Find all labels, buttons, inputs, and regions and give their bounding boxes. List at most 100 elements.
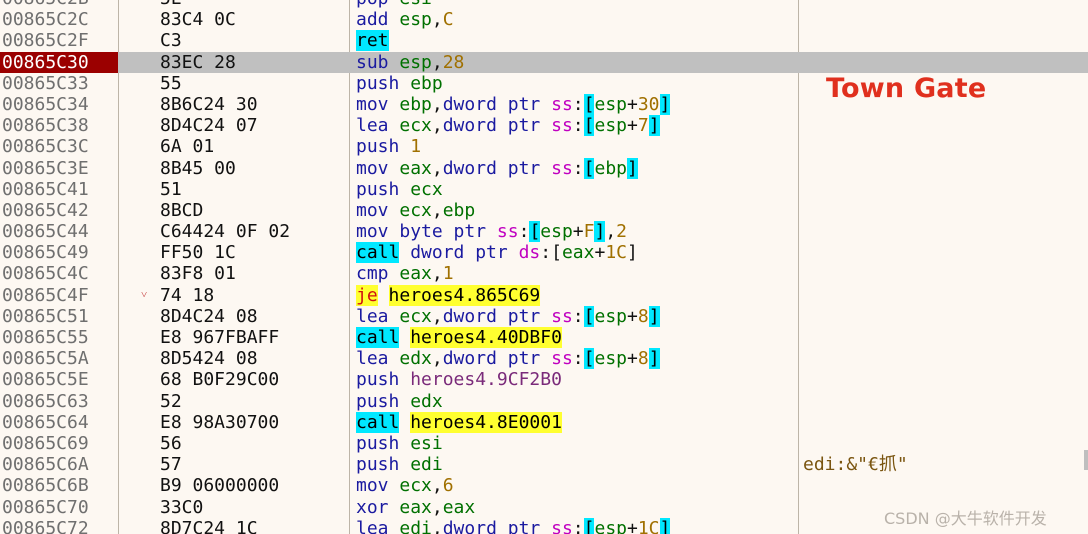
asm-token: , xyxy=(431,115,443,137)
address-cell: 00865C49 xyxy=(2,242,89,264)
bytes-cell: 8B6C24 30 xyxy=(160,93,258,115)
bytes-cell: 8BCD xyxy=(160,199,204,221)
instruction-row[interactable]: 00865C2B 5E pop esi xyxy=(0,0,1088,9)
asm-token xyxy=(399,412,410,433)
instruction-row[interactable]: 00865C51 8D4C24 08 lea ecx,dword ptr ss:[e… xyxy=(0,305,1088,327)
instruction-row[interactable]: 00865C5E 68 B0F29C00 push heroes4.9CF2B0 xyxy=(0,369,1088,390)
bytes-cell: C3 xyxy=(160,30,182,52)
asm-token: ] xyxy=(594,221,606,243)
asm-token: ebp xyxy=(399,93,432,115)
asm-token: 2 xyxy=(616,221,628,243)
asm-token: 7 xyxy=(637,115,649,137)
address-cell: 00865C51 xyxy=(2,305,89,327)
instruction-row[interactable]: 00865C5A 8D5424 08 lea edx,dword ptr ss:[e… xyxy=(0,348,1088,370)
bytes-cell: 6A 01 xyxy=(160,136,215,158)
instruction-row[interactable]: 00865C3C 6A 01 push 1 xyxy=(0,136,1088,157)
instruction-row[interactable]: 00865C41 51 push ecx xyxy=(0,179,1088,200)
asm-token xyxy=(389,475,400,496)
asm-token: cmp xyxy=(356,263,389,285)
bytes-cell: 8D7C24 1C xyxy=(160,517,258,534)
bytes-cell: B9 06000000 xyxy=(160,475,280,497)
bytes-cell: 8D4C24 08 xyxy=(160,305,258,327)
disassembly-view[interactable]: 00865C2B 5E pop esi 00865C2C 83C4 0C add esp,… xyxy=(0,0,1088,534)
asm-token: push xyxy=(356,454,400,476)
asm-token: dword ptr xyxy=(442,93,541,115)
instruction-row[interactable]: 00865C69 56 push esi xyxy=(0,433,1088,454)
asm-token: sub xyxy=(356,51,389,73)
asm-token xyxy=(389,94,400,115)
asm-token: , xyxy=(431,199,443,221)
address-cell: 00865C63 xyxy=(2,390,89,412)
address-cell: 00865C72 xyxy=(2,517,89,534)
instruction-row[interactable]: 00865C4C 83F8 01 cmp eax,1 xyxy=(0,263,1088,284)
asm-token: + xyxy=(594,242,606,264)
asm-token: , xyxy=(431,93,443,115)
asm-token: ] xyxy=(648,348,660,370)
instruction-row[interactable]: 00865C44 C64424 0F 02 mov byte ptr ss:[esp… xyxy=(0,221,1088,243)
instruction-row[interactable]: 00865C49 FF50 1C call dword ptr ds:[eax+1C… xyxy=(0,242,1088,264)
disassembly-cell: call heroes4.40DBF0 xyxy=(356,327,562,348)
scrollbar-thumb[interactable] xyxy=(1084,450,1088,470)
instruction-row[interactable]: 00865C63 52 push edx xyxy=(0,391,1088,412)
asm-token: [ xyxy=(583,157,595,179)
bytes-cell: 68 B0F29C00 xyxy=(160,369,280,391)
asm-token: esp xyxy=(594,348,627,370)
disassembly-cell: lea ecx,dword ptr ss:[esp+8] xyxy=(356,305,660,327)
bytes-cell: 8D5424 08 xyxy=(160,348,258,370)
asm-token: [ xyxy=(583,115,595,137)
asm-token: eax xyxy=(561,242,595,264)
asm-token: : xyxy=(518,221,530,243)
asm-token: dword ptr xyxy=(442,305,541,327)
instruction-row[interactable]: 00865C2C 83C4 0C add esp,C xyxy=(0,9,1088,30)
jump-arrow-icon: ˅ xyxy=(141,287,148,301)
instruction-row[interactable]: 00865C55 E8 967FBAFF call heroes4.40DBF0 xyxy=(0,327,1088,348)
asm-token: mov xyxy=(356,93,389,115)
instruction-row[interactable]: 00865C30 83EC 28 sub esp,28 xyxy=(0,51,1088,73)
instruction-row[interactable]: 00865C6A 57 push edi edi:&"€抓" xyxy=(0,454,1088,475)
bytes-cell: 51 xyxy=(160,178,182,200)
asm-token: esi xyxy=(399,0,432,9)
asm-token: + xyxy=(627,305,638,327)
disassembly-cell: push edi xyxy=(356,454,443,475)
asm-token: ss xyxy=(551,517,573,534)
asm-token: [ xyxy=(583,517,595,534)
asm-token: mov xyxy=(356,199,389,221)
instruction-row[interactable]: 00865C6B B9 06000000 mov ecx,6 xyxy=(0,475,1088,496)
asm-token: F xyxy=(583,221,595,243)
instruction-row[interactable]: 00865C42 8BCD mov ecx,ebp xyxy=(0,200,1088,221)
asm-token: ss xyxy=(551,93,573,115)
asm-token xyxy=(540,158,551,179)
asm-token xyxy=(389,9,400,30)
asm-token xyxy=(389,158,400,179)
asm-token xyxy=(399,327,410,348)
instruction-row[interactable]: 00865C3E 8B45 00 mov eax,dword ptr ss:[ebp… xyxy=(0,157,1088,179)
asm-token xyxy=(378,285,389,306)
asm-token: 1 xyxy=(442,263,454,285)
address-cell: 00865C34 xyxy=(2,93,89,115)
instruction-row[interactable]: 00865C38 8D4C24 07 lea ecx,dword ptr ss:[e… xyxy=(0,115,1088,137)
asm-token: push xyxy=(356,72,400,94)
bytes-cell: 56 xyxy=(160,432,182,454)
asm-token: esp xyxy=(594,305,627,327)
bytes-cell: C64424 0F 02 xyxy=(160,221,291,243)
instruction-row[interactable]: 00865C4F ˅ 74 18 je heroes4.865C69 xyxy=(0,284,1088,306)
asm-token: ss xyxy=(551,115,573,137)
asm-token xyxy=(389,518,400,534)
asm-token: 1C xyxy=(605,242,628,264)
asm-token: ] xyxy=(648,115,660,137)
asm-token: 1C xyxy=(637,517,660,534)
asm-token xyxy=(508,242,519,263)
asm-token: esp xyxy=(540,221,573,243)
instruction-row[interactable]: 00865C2F C3 ret xyxy=(0,30,1088,52)
address-cell: 00865C2B xyxy=(0,0,118,9)
asm-token: ss xyxy=(551,157,573,179)
disassembly-cell: mov ecx,6 xyxy=(356,475,454,496)
bytes-cell: 8B45 00 xyxy=(160,157,236,179)
asm-token: : xyxy=(572,517,584,534)
disassembly-cell: mov byte ptr ss:[esp+F],2 xyxy=(356,221,628,243)
instruction-row[interactable]: 00865C64 E8 98A30700 call heroes4.8E0001 xyxy=(0,411,1088,433)
address-cell: 00865C70 xyxy=(2,496,89,518)
asm-token xyxy=(399,433,410,454)
asm-token: mov xyxy=(356,157,389,179)
address-cell: 00865C30 xyxy=(0,51,118,73)
